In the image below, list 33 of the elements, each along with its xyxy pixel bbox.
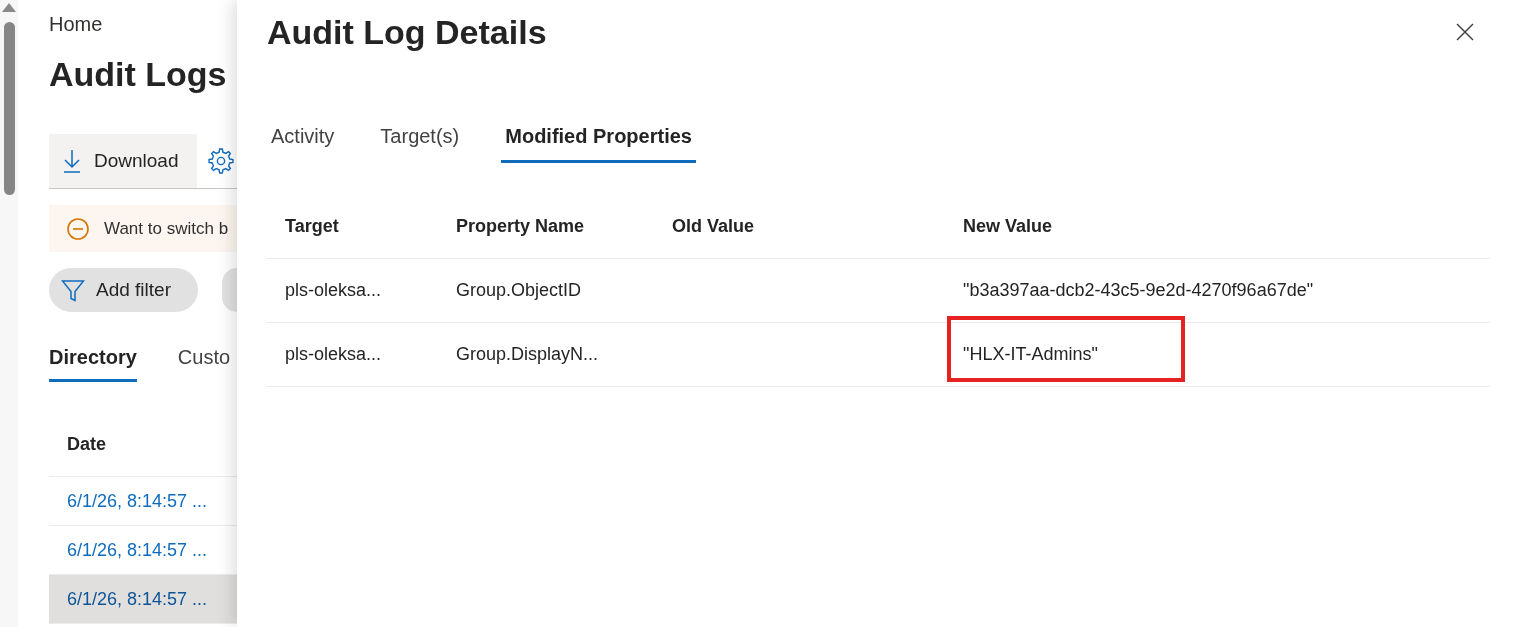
panel-title: Audit Log Details (267, 12, 547, 53)
column-header[interactable]: Target (285, 216, 339, 237)
date-link[interactable]: 6/1/26, 8:14:57 ... (67, 539, 208, 561)
table-cell: "HLX-IT-Admins" (963, 344, 1098, 365)
scrollbar-thumb[interactable] (3, 22, 15, 195)
add-filter-button[interactable]: Add filter (49, 268, 198, 312)
column-header[interactable]: Date (67, 433, 106, 455)
tab[interactable]: Activity (267, 112, 339, 163)
funnel-icon (61, 278, 85, 302)
table-cell: Group.ObjectID (456, 280, 582, 301)
table-cell: Group.DisplayN... (456, 344, 599, 365)
tab[interactable]: Custo (177, 334, 231, 382)
date-link[interactable]: 6/1/26, 8:14:57 ... (67, 490, 208, 512)
tab[interactable]: Modified Properties (501, 112, 696, 163)
download-icon (63, 149, 81, 173)
date-link[interactable]: 6/1/26, 8:14:57 ... (67, 588, 208, 610)
table-row[interactable]: 6/1/26, 8:14:57 ... (49, 575, 237, 624)
breadcrumb-link[interactable]: Home (49, 12, 103, 36)
close-icon[interactable] (1456, 23, 1474, 41)
page-title: Audit Logs (49, 54, 227, 95)
tab[interactable]: Directory (49, 334, 137, 382)
scroll-up-arrow-icon[interactable] (2, 3, 16, 12)
column-header[interactable]: Property Name (456, 216, 585, 237)
column-header[interactable]: New Value (963, 216, 1053, 237)
table-cell: "b3a397aa-dcb2-43c5-9e2d-4270f96a67de" (963, 280, 1314, 301)
table-cell: pls-oleksa... (285, 344, 382, 365)
table-cell: pls-oleksa... (285, 280, 382, 301)
column-header[interactable]: Old Value (672, 216, 755, 237)
settings-icon[interactable] (208, 148, 234, 174)
tab[interactable]: Target(s) (376, 112, 464, 163)
banner-text: Want to switch b (104, 218, 229, 239)
minus-circle-icon (67, 217, 89, 240)
download-button[interactable]: Download (49, 134, 197, 188)
